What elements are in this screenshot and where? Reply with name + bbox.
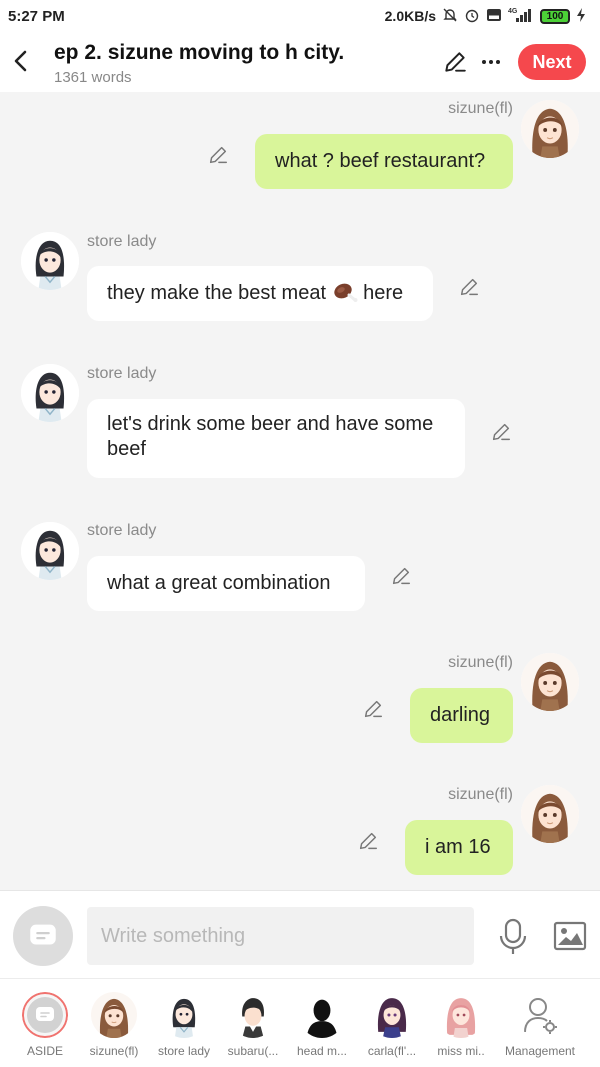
voice-input-button[interactable] — [497, 917, 529, 957]
user-settings-icon — [524, 998, 557, 1034]
character-sizune[interactable]: sizune(fl) — [78, 989, 150, 1061]
avatar-store-lady[interactable] — [21, 232, 79, 290]
character-subaru[interactable]: subaru(... — [217, 989, 289, 1061]
insert-image-button[interactable] — [553, 921, 587, 951]
edit-message-icon[interactable] — [390, 565, 412, 587]
chat-bubble-icon — [26, 919, 60, 953]
meat-emoji-icon — [332, 281, 358, 303]
status-bar: 5:27 PM 2.0KB/s 4G 100 — [0, 0, 600, 32]
character-miss[interactable]: miss mi.. — [425, 989, 497, 1061]
message-text: they make the best meat — [107, 282, 332, 304]
edit-title-button[interactable] — [442, 49, 468, 75]
character-label: miss mi.. — [437, 1044, 485, 1058]
avatar-store-lady[interactable] — [21, 522, 79, 580]
avatar-store-lady[interactable] — [21, 364, 79, 422]
edit-message-icon[interactable] — [490, 421, 512, 443]
speaker-name: sizune(fl) — [448, 100, 513, 117]
status-time: 5:27 PM — [8, 7, 65, 25]
volte-icon — [486, 7, 502, 26]
aside-toggle-button[interactable] — [13, 906, 73, 966]
character-aside[interactable]: ASIDE — [9, 989, 81, 1061]
message-text: here — [357, 282, 404, 304]
management-avatar — [517, 992, 563, 1038]
next-button[interactable]: Next — [518, 44, 586, 80]
character-carla[interactable]: carla(fl'... — [356, 989, 428, 1061]
message-bubble[interactable]: i am 16 — [405, 820, 513, 875]
message-bubble[interactable]: let's drink some beer and have some beef — [87, 399, 465, 478]
avatar-sizune[interactable] — [521, 100, 579, 158]
character-bar: ASIDE sizune(fl) store lady subaru(... h… — [0, 978, 600, 1067]
chat-bubble-icon — [33, 1003, 57, 1027]
character-label: head m... — [296, 1044, 348, 1058]
speaker-name: sizune(fl) — [448, 654, 513, 671]
aside-chip — [22, 992, 68, 1038]
alarm-icon — [464, 7, 480, 26]
character-avatar — [299, 992, 345, 1038]
character-store-lady[interactable]: store lady — [148, 989, 220, 1061]
battery-indicator: 100 — [540, 8, 570, 24]
charging-icon — [576, 7, 586, 26]
message-bubble[interactable]: what a great combination — [87, 556, 365, 611]
back-button[interactable] — [8, 46, 34, 76]
chevron-left-icon — [14, 50, 27, 72]
character-label: subaru(... — [227, 1044, 279, 1058]
aside-avatar — [22, 992, 68, 1038]
character-label: carla(fl'... — [367, 1044, 417, 1058]
character-head[interactable]: head m... — [286, 989, 358, 1061]
edit-message-icon[interactable] — [362, 698, 384, 720]
character-label: sizune(fl) — [89, 1044, 139, 1058]
word-count: 1361 words — [54, 69, 132, 86]
character-avatar — [369, 992, 415, 1038]
character-avatar — [230, 992, 276, 1038]
microphone-icon — [499, 918, 527, 954]
character-avatar — [161, 992, 207, 1038]
avatar-sizune[interactable] — [521, 785, 579, 843]
signal-icon: 4G — [508, 7, 534, 26]
pen-icon — [445, 52, 466, 72]
message-bubble[interactable]: what ? beef restaurant? — [255, 134, 513, 189]
avatar-sizune[interactable] — [521, 653, 579, 711]
message-input[interactable] — [87, 907, 474, 965]
image-icon — [553, 921, 587, 951]
edit-message-icon[interactable] — [458, 276, 480, 298]
network-speed: 2.0KB/s — [384, 8, 436, 24]
character-label: Management — [504, 1044, 576, 1058]
svg-text:4G: 4G — [508, 8, 518, 15]
episode-header: ep 2. sizune moving to h city. 1361 word… — [0, 32, 600, 92]
speaker-name: store lady — [87, 365, 157, 382]
message-bubble[interactable]: darling — [410, 688, 513, 743]
character-avatar — [91, 992, 137, 1038]
compose-bar — [0, 890, 600, 978]
edit-message-icon[interactable] — [357, 830, 379, 852]
more-dots-icon — [482, 60, 500, 64]
status-icons: 2.0KB/s 4G 100 — [385, 7, 586, 26]
speaker-name: sizune(fl) — [448, 786, 513, 803]
more-options-button[interactable] — [478, 46, 504, 72]
character-avatar — [438, 992, 484, 1038]
character-label: ASIDE — [26, 1044, 63, 1058]
message-bubble[interactable]: they make the best meat here — [87, 266, 433, 321]
edit-message-icon[interactable] — [207, 144, 229, 166]
speaker-name: store lady — [87, 522, 157, 539]
character-label: store lady — [157, 1044, 211, 1058]
chat-area[interactable]: sizune(fl) what ? beef restaurant? store… — [0, 92, 600, 890]
episode-title: ep 2. sizune moving to h city. — [54, 41, 345, 64]
character-management[interactable]: Management — [504, 989, 576, 1061]
mute-bell-icon — [442, 7, 458, 26]
speaker-name: store lady — [87, 233, 157, 250]
